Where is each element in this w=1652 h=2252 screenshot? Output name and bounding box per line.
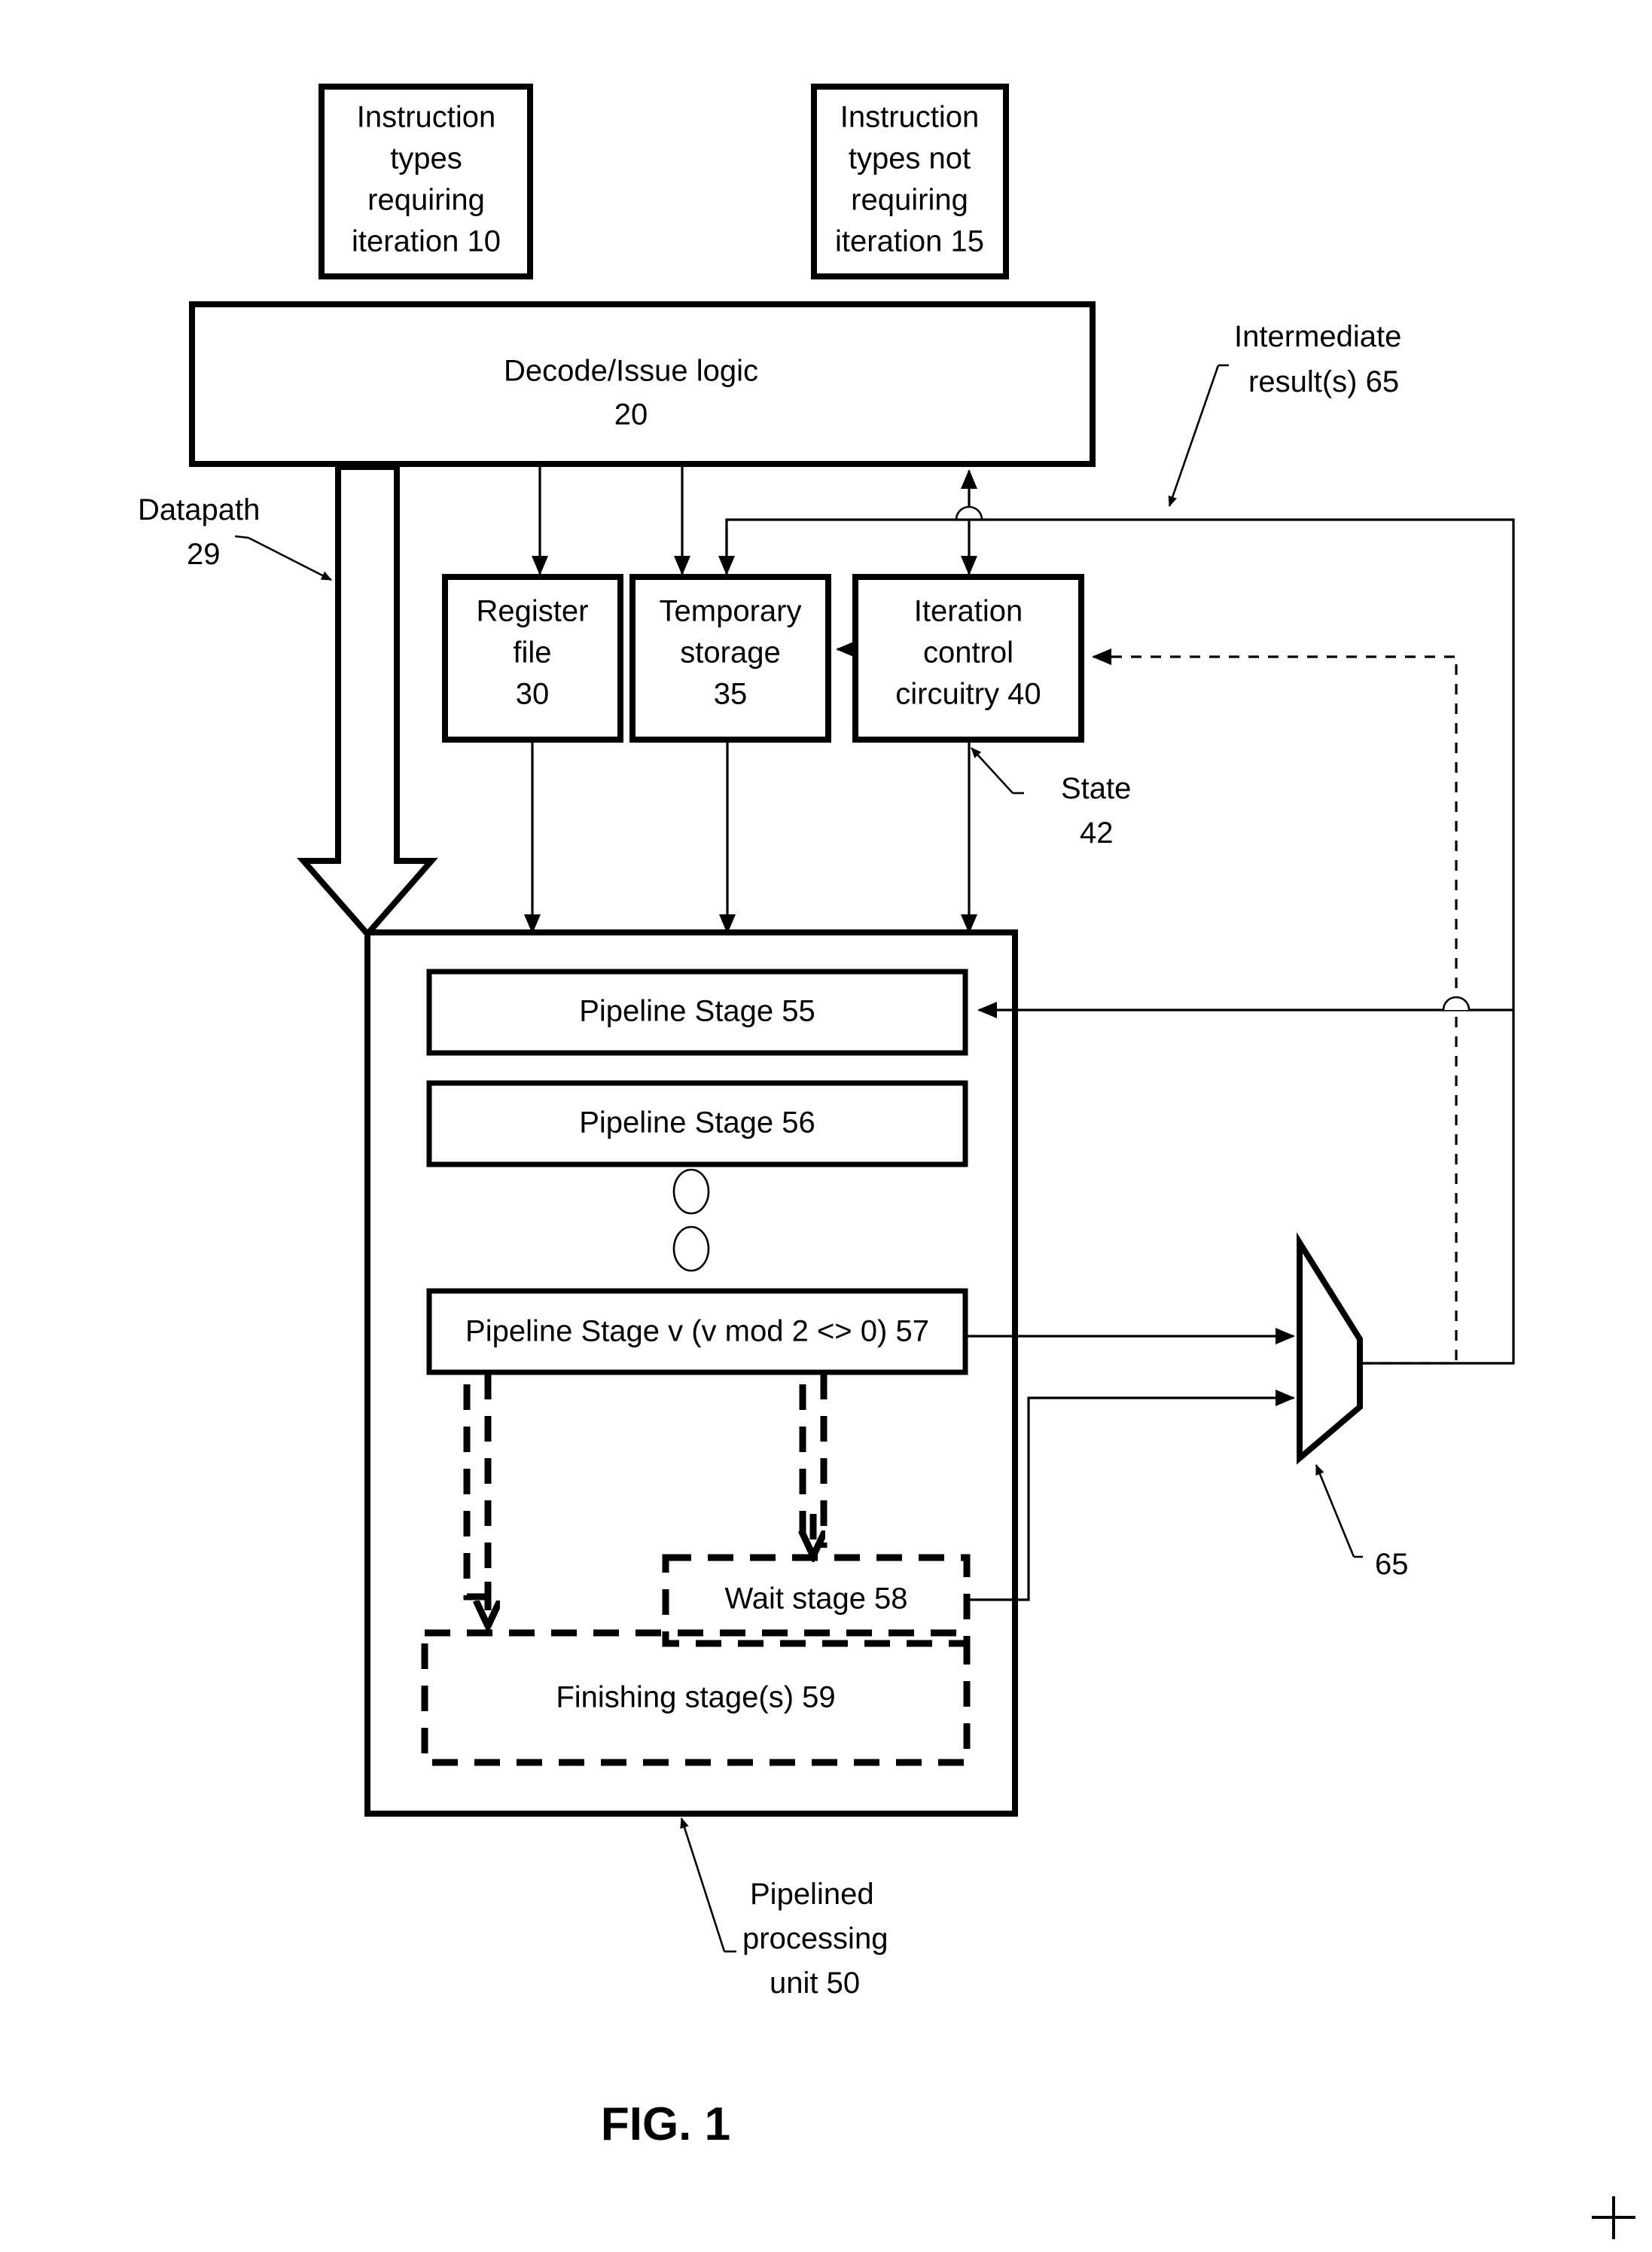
state-label-line-1: State (1061, 772, 1131, 805)
instr-noiter-line-1: Instruction (840, 101, 980, 134)
intermediate-label-line-2: result(s) 65 (1248, 365, 1399, 398)
decode-line-1: Decode/Issue logic (504, 355, 758, 388)
ppu-label-line-2: processing (742, 1922, 888, 1955)
stage57-label: Pipeline Stage v (v mod 2 <> 0) 57 (465, 1315, 929, 1348)
intermediate-leader-line (1168, 365, 1220, 507)
finish59-label: Finishing stage(s) 59 (556, 1681, 835, 1714)
wait58-label: Wait stage 58 (724, 1582, 907, 1616)
intermediate-label-line-1: Intermediate (1234, 320, 1401, 353)
wire-hop-stage55-feedback (1442, 996, 1471, 1011)
stage56-label: Pipeline Stage 56 (579, 1106, 815, 1140)
itercontrol-line-2: control (923, 636, 1013, 670)
datapath-leader-line (248, 536, 332, 581)
callout-pipelined-processing-unit: Pipelined processing unit 50 (680, 1817, 888, 2000)
block-pipeline-stage-57[interactable]: Pipeline Stage v (v mod 2 <> 0) 57 (426, 1288, 968, 1375)
state-leader-line (971, 747, 1013, 794)
figure-svg: Instruction types requiring iteration 10… (138, 84, 1635, 2239)
itercontrol-line-3: circuitry 40 (895, 678, 1041, 711)
regfile-line-3: 30 (516, 678, 550, 711)
tempstore-line-3: 35 (714, 678, 748, 711)
datapath-label-line-1: Datapath (138, 493, 260, 526)
state-label-line-2: 42 (1080, 816, 1114, 850)
tempstore-line-1: Temporary (660, 595, 802, 628)
datapath-block-arrow (297, 464, 438, 939)
ellipsis-dot-upper (672, 1168, 710, 1215)
block-decode-issue-logic[interactable]: Decode/Issue logic 20 (189, 301, 1096, 467)
ellipsis-dot-lower (672, 1225, 710, 1272)
ppu-label-line-3: unit 50 (770, 1967, 860, 2000)
instr-noiter-line-3: requiring (851, 184, 968, 217)
block-iteration-control-circuitry[interactable]: Iteration control circuitry 40 (852, 574, 1084, 743)
stage55-label: Pipeline Stage 55 (579, 995, 815, 1028)
callout-datapath: Datapath 29 (138, 493, 332, 581)
wire-itercontrol-to-temp-storage-feed (725, 518, 890, 574)
block-instruction-types-requiring-iteration[interactable]: Instruction types requiring iteration 10 (319, 84, 533, 279)
block-instruction-types-not-requiring-iteration[interactable]: Instruction types not requiring iteratio… (811, 84, 1009, 279)
figure-caption: FIG. 1 (601, 2098, 730, 2150)
callout-state-42: State 42 (971, 747, 1131, 850)
mux-leader-line (1315, 1464, 1355, 1558)
block-register-file[interactable]: Register file 30 (442, 574, 623, 743)
block-pipeline-stage-55[interactable]: Pipeline Stage 55 (426, 969, 968, 1056)
ppu-label-line-1: Pipelined (750, 1878, 874, 1911)
itercontrol-line-1: Iteration (914, 595, 1023, 628)
instr-iter-line-3: requiring (367, 184, 485, 217)
instr-iter-line-4: iteration 10 (352, 225, 501, 258)
instr-iter-line-2: types (390, 142, 462, 175)
decode-line-2: 20 (614, 398, 648, 432)
datapath-label-line-2: 29 (187, 538, 221, 571)
regfile-line-2: file (513, 636, 551, 670)
datapath-leader-tick (234, 535, 249, 539)
tempstore-line-2: storage (680, 636, 780, 670)
regfile-line-1: Register (477, 595, 589, 628)
instr-noiter-line-2: types not (849, 142, 971, 175)
block-pipeline-stage-56[interactable]: Pipeline Stage 56 (426, 1080, 968, 1167)
instr-noiter-line-4: iteration 15 (835, 225, 984, 258)
callout-mux-65: 65 (1315, 1464, 1409, 1581)
block-temporary-storage[interactable]: Temporary storage 35 (629, 574, 831, 743)
figure-canvas: Instruction types requiring iteration 10… (0, 0, 1652, 2252)
ppu-leader-line (680, 1817, 726, 1952)
instr-iter-line-1: Instruction (357, 101, 496, 134)
registration-crosshair (1592, 2196, 1635, 2239)
callout-intermediate-results: Intermediate result(s) 65 (1168, 320, 1401, 507)
multiplexer-65[interactable] (1297, 1232, 1363, 1465)
wire-hop-decode-itercontrol (955, 505, 983, 520)
mux-label: 65 (1375, 1548, 1409, 1581)
